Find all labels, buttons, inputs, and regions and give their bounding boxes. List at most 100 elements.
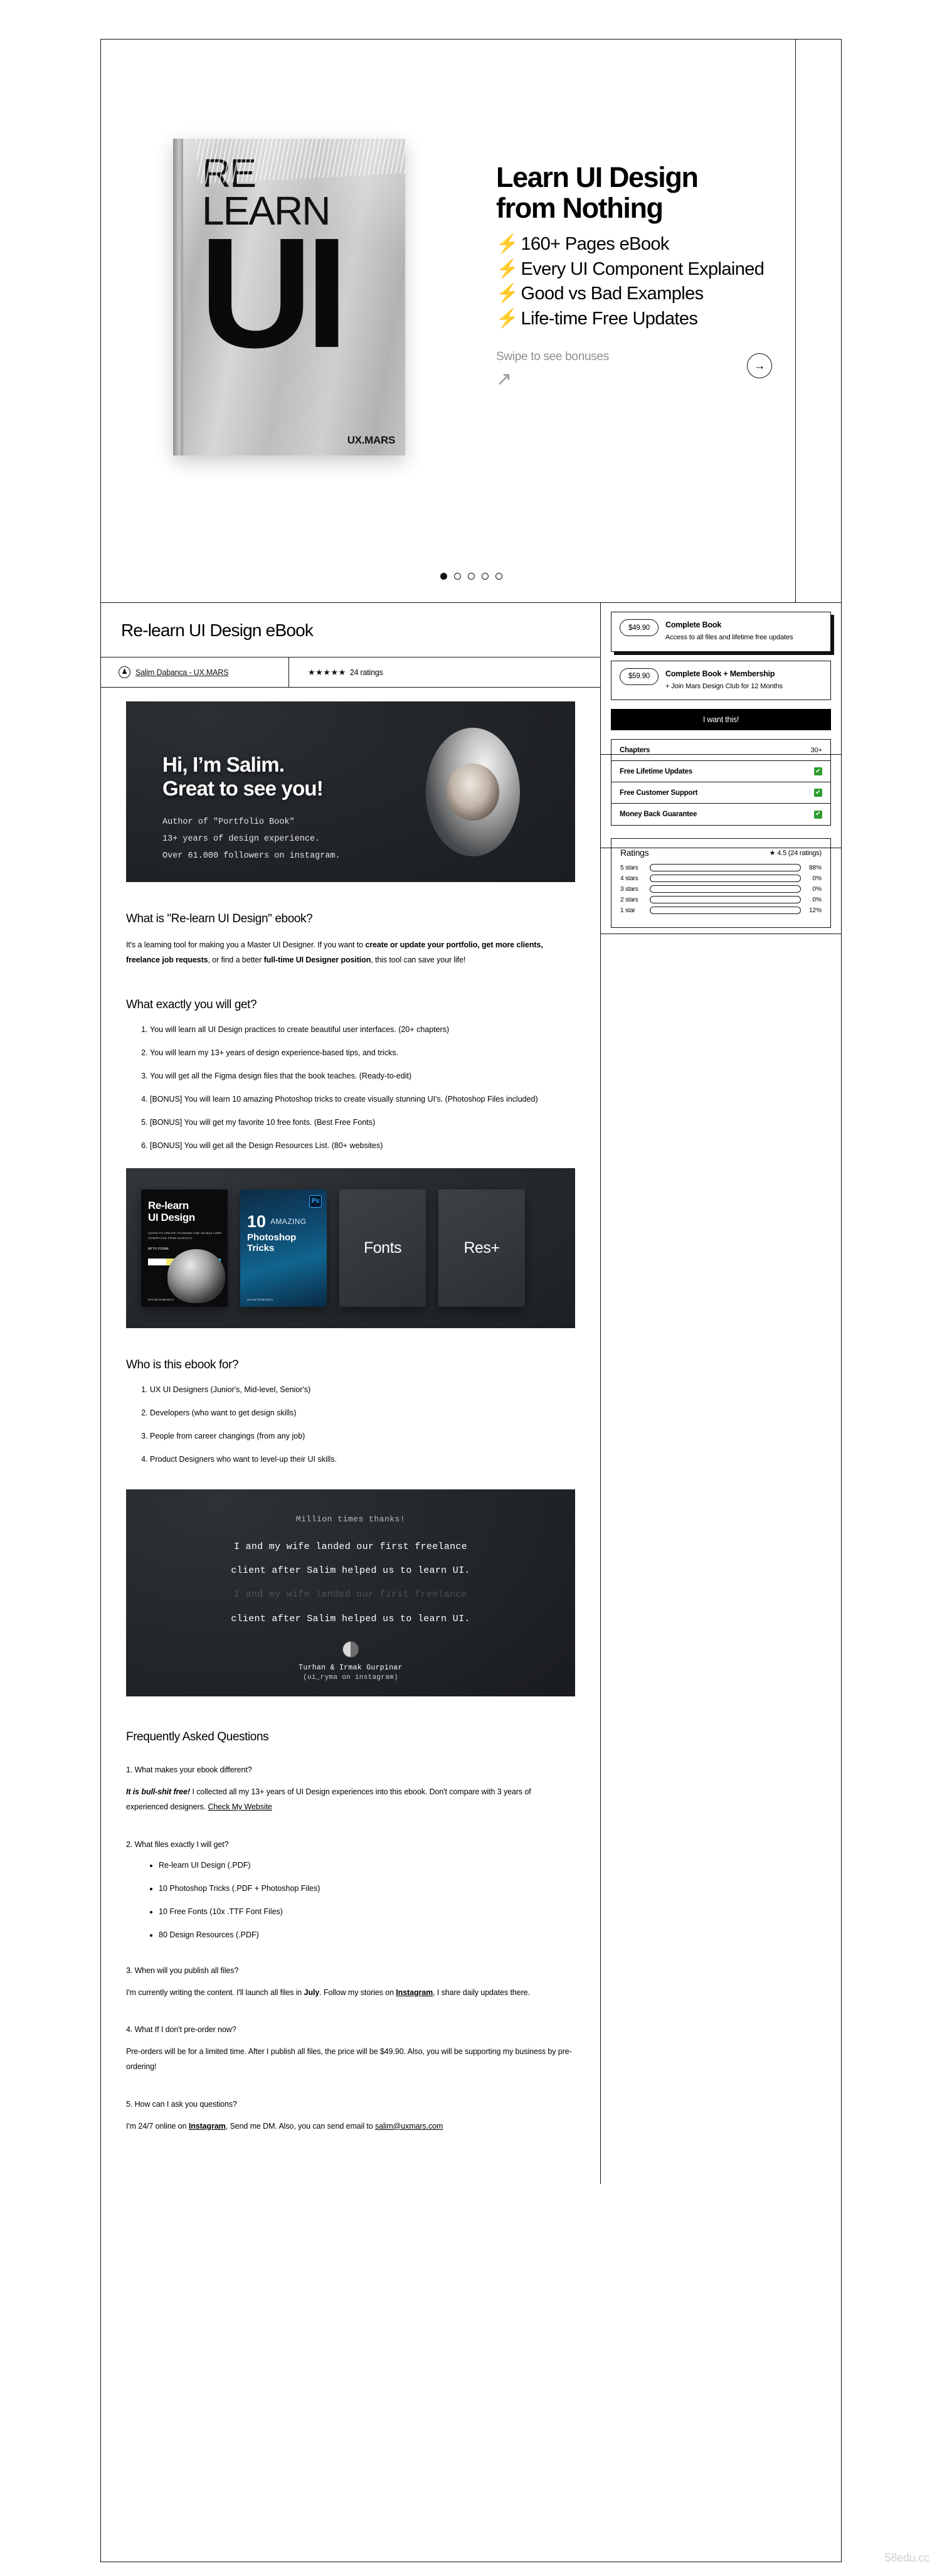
list-item: You will learn my 13+ years of design ex…: [150, 1046, 575, 1059]
ratings-header: Ratings ★ 4.5 (24 ratings): [620, 848, 822, 858]
list-item: [BONUS] You will get all the Design Reso…: [150, 1139, 575, 1152]
instagram-link[interactable]: Instagram: [189, 2122, 226, 2131]
list-item: Developers (who want to get design skill…: [150, 1407, 575, 1419]
list-item: You will learn all UI Design practices t…: [150, 1023, 575, 1036]
carousel-dot-1[interactable]: [440, 573, 447, 580]
tier-name: Complete Book: [665, 620, 722, 629]
tier-option-complete-book[interactable]: $49.90 Complete Book Access to all files…: [611, 612, 831, 652]
product-card-ebook: Re-learn UI Design LEARN TO CREATE STUNN…: [141, 1189, 228, 1307]
feature-row-customer-support: Free Customer Support ✔: [611, 782, 830, 804]
feature-value: 30+: [810, 746, 822, 754]
testimonial-line-ghost: I and my wife landed our first freelance: [233, 1589, 468, 1600]
feature-label: Free Lifetime Updates: [620, 767, 692, 775]
product-title-bar: Re-learn UI Design eBook: [101, 603, 600, 657]
testimonial-kicker: Million times thanks!: [295, 1514, 406, 1524]
bonus-products-banner: Re-learn UI Design LEARN TO CREATE STUNN…: [126, 1168, 575, 1328]
faq-item-3: 3. When will you publish all files? I'm …: [126, 1966, 575, 2000]
next-slide-button[interactable]: →: [747, 353, 772, 378]
check-my-website-link[interactable]: Check My Website: [208, 1802, 272, 1811]
list-item: Re-learn UI Design (.PDF): [159, 1859, 575, 1871]
faq-question: 4. What If I don't pre-order now?: [126, 2025, 236, 2034]
feature-row-lifetime-updates: Free Lifetime Updates ✔: [611, 761, 830, 783]
faq-item-2: 2. What files exactly I will get? Re-lea…: [126, 1840, 575, 1941]
who-for-list: UX UI Designers (Junior's, Mid-level, Se…: [126, 1383, 575, 1466]
up-right-arrow-icon: ↗: [496, 368, 512, 390]
book-cover-image: RE LEARN UI UX.MARS: [173, 139, 405, 455]
lightning-bolt-icon: ⚡: [496, 284, 519, 304]
rating-row-2: 2 stars 0%: [620, 896, 822, 904]
rating-bar: [650, 907, 801, 915]
check-icon: ✔: [814, 810, 822, 819]
product-card-ebook-title: Re-learn UI Design: [148, 1199, 195, 1223]
hero-bullet: ⚡ Life-time Free Updates: [496, 308, 698, 329]
hero-vertical-divider: [795, 40, 796, 602]
list-item: UX UI Designers (Junior's, Mid-level, Se…: [150, 1383, 575, 1396]
list-item: People from career changings (from any j…: [150, 1430, 575, 1442]
author-cell[interactable]: ♟ Salim Dabanca - UX.MARS: [101, 657, 289, 687]
description-content: Hi, I’m Salim. Great to see you! Author …: [101, 688, 600, 2184]
rating-bar: [650, 875, 801, 883]
product-card-photoshop-title: Photoshop Tricks: [247, 1232, 297, 1253]
testimonial-avatar: [342, 1641, 359, 1658]
check-icon: ✔: [814, 789, 822, 797]
rating-row-percent: 12%: [808, 907, 822, 914]
faq-item-5: 5. How can I ask you questions? I'm 24/7…: [126, 2100, 575, 2134]
book-cover-big-word: UI: [199, 205, 349, 380]
product-card-resources-label: Res+: [463, 1238, 500, 1257]
tier-description: + Join Mars Design Club for 12 Months: [665, 682, 783, 690]
hero-bullet: ⚡ Every UI Component Explained: [496, 258, 765, 279]
buy-button-label: I want this!: [702, 715, 739, 725]
person-icon: ♟: [121, 668, 128, 676]
ratings-average: ★ 4.5 (24 ratings): [769, 849, 822, 857]
page-title: Re-learn UI Design eBook: [121, 620, 314, 640]
rating-row-5: 5 stars 88%: [620, 864, 822, 872]
carousel-dot-4[interactable]: [481, 573, 489, 580]
product-card-resources: Res+: [438, 1189, 525, 1307]
instagram-link[interactable]: Instagram: [396, 1988, 433, 1997]
hero-bullet: ⚡ Good vs Bad Examples: [496, 284, 704, 304]
product-card-ebook-figma-label: WITH FIGMA: [148, 1247, 169, 1251]
rating-row-label: 2 stars: [620, 896, 638, 903]
testimonial-line: I and my wife landed our first freelance: [233, 1541, 468, 1552]
carousel-dot-3[interactable]: [467, 573, 475, 580]
email-link[interactable]: salim@uxmars.com: [375, 2122, 443, 2131]
carousel-dots: [101, 573, 841, 580]
section-paragraph-what-is: It's a learning tool for making you a Ma…: [126, 940, 543, 965]
section-heading-who-for: Who is this ebook for?: [126, 1358, 239, 1371]
ratings-title: Ratings: [620, 848, 649, 858]
hero-carousel: RE LEARN UI UX.MARS Learn UI Design from…: [101, 40, 841, 603]
list-item: 10 Free Fonts (10x .TTF Font Files): [159, 1905, 575, 1918]
feature-row-money-back: Money Back Guarantee ✔: [611, 804, 830, 825]
testimonial-banner: Million times thanks! I and my wife land…: [126, 1489, 575, 1696]
section-heading-faq: Frequently Asked Questions: [126, 1730, 269, 1743]
rating-row-label: 4 stars: [620, 875, 638, 882]
rating-row-percent: 88%: [808, 864, 822, 871]
section-heading-what-is: What is "Re-learn UI Design" ebook?: [126, 912, 313, 925]
rating-count-label: 24 ratings: [349, 668, 383, 677]
product-card-photoshop-number: 10: [247, 1211, 267, 1231]
i-want-this-button[interactable]: I want this!: [611, 709, 831, 731]
testimonial-line: client after Salim helped us to learn UI…: [231, 1565, 470, 1576]
product-card-photoshop-amazing: AMAZING: [270, 1216, 307, 1226]
faq-answer: I'm 24/7 online on Instagram, Send me DM…: [126, 2121, 443, 2131]
author-link[interactable]: Salim Dabanca - UX.MARS: [135, 668, 228, 677]
carousel-dot-2[interactable]: [453, 573, 461, 580]
product-card-photoshop: Ps 10 AMAZING Photoshop Tricks SALIM DAB…: [240, 1189, 327, 1307]
testimonial-line: client after Salim helped us to learn UI…: [231, 1613, 470, 1624]
rating-bar: [650, 864, 801, 872]
rating-row-label: 1 star: [620, 907, 635, 914]
list-item: [BONUS] You will get my favorite 10 free…: [150, 1116, 575, 1129]
lightning-bolt-icon: ⚡: [496, 308, 519, 329]
tier-name: Complete Book + Membership: [665, 669, 775, 678]
carousel-dot-5[interactable]: [495, 573, 502, 580]
lightning-bolt-icon: ⚡: [496, 234, 519, 255]
list-item: You will get all the Figma design files …: [150, 1070, 575, 1082]
testimonial-author-name: Turhan & Irmak Gurpinar: [299, 1663, 403, 1672]
product-card-fonts: Fonts: [339, 1189, 426, 1307]
product-card-ebook-subtitle: LEARN TO CREATE STUNNING AND USABLE USER…: [148, 1231, 222, 1240]
author-intro-text: Hi, I’m Salim. Great to see you! Author …: [162, 753, 341, 865]
tier-option-complete-book-membership[interactable]: $59.90 Complete Book + Membership + Join…: [611, 660, 831, 701]
list-item: 80 Design Resources (.PDF): [159, 1929, 575, 1941]
testimonial-author-handle: (ui_ryma on instagram): [303, 1673, 398, 1681]
faq-question: 3. When will you publish all files?: [126, 1966, 239, 1975]
